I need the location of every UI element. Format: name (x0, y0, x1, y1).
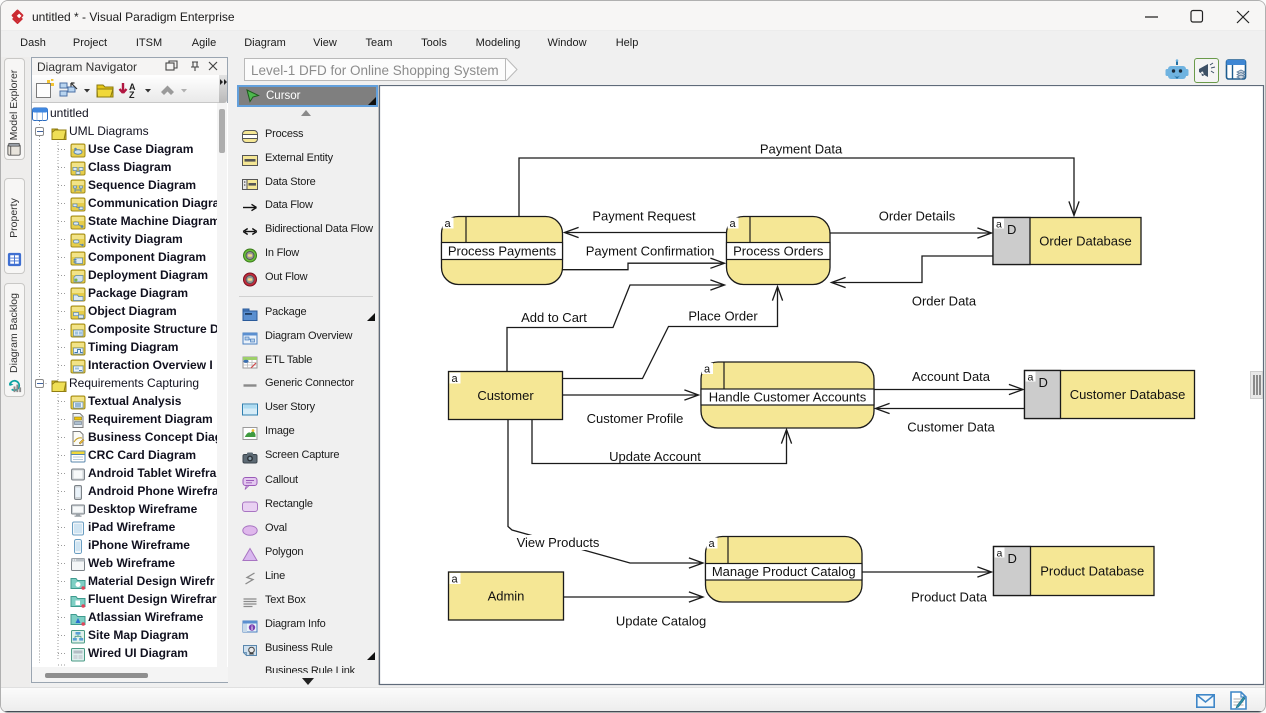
svg-text:Customer: Customer (477, 388, 534, 403)
svg-text:a: a (445, 218, 452, 230)
svg-text:Update Catalog: Update Catalog (616, 613, 706, 628)
svg-text:a: a (452, 373, 459, 385)
svg-text:a: a (997, 548, 1003, 560)
svg-text:Process Orders: Process Orders (733, 243, 824, 258)
svg-text:Update Account: Update Account (609, 449, 701, 464)
svg-text:Admin: Admin (488, 588, 525, 603)
svg-text:Z: Z (129, 90, 135, 100)
svg-text:View Products: View Products (517, 535, 600, 550)
svg-text:Manage Product Catalog: Manage Product Catalog (712, 564, 856, 579)
svg-text:Customer Data: Customer Data (907, 419, 995, 434)
svg-text:Place Order: Place Order (688, 308, 758, 323)
svg-text:Account Data: Account Data (912, 369, 991, 384)
svg-text:Customer Profile: Customer Profile (587, 411, 684, 426)
svg-text:a: a (452, 574, 459, 586)
svg-text:Add to Cart: Add to Cart (521, 310, 587, 325)
svg-text:D: D (1039, 375, 1048, 390)
svg-text:Payment Data: Payment Data (760, 141, 843, 156)
svg-text:i: i (251, 625, 253, 632)
svg-text:a: a (709, 538, 716, 550)
svg-text:Payment Request: Payment Request (592, 208, 696, 223)
svg-text:Order Data: Order Data (912, 293, 977, 308)
svg-text:D: D (1008, 551, 1017, 566)
svg-text:Order Details: Order Details (879, 208, 956, 223)
svg-text:Order Database: Order Database (1039, 233, 1132, 248)
svg-text:Process Payments: Process Payments (448, 243, 557, 258)
svg-text:Product Database: Product Database (1040, 563, 1144, 578)
svg-text:a: a (1028, 372, 1034, 384)
svg-text:a: a (996, 219, 1002, 231)
svg-text:a: a (730, 218, 737, 230)
svg-text:a: a (704, 364, 711, 376)
svg-text:Payment Confirmation: Payment Confirmation (586, 243, 715, 258)
svg-text:Handle Customer Accounts: Handle Customer Accounts (709, 389, 867, 404)
svg-text:Customer Database: Customer Database (1070, 387, 1186, 402)
svg-text:Product Data: Product Data (911, 589, 988, 604)
svg-text:D: D (1007, 222, 1016, 237)
